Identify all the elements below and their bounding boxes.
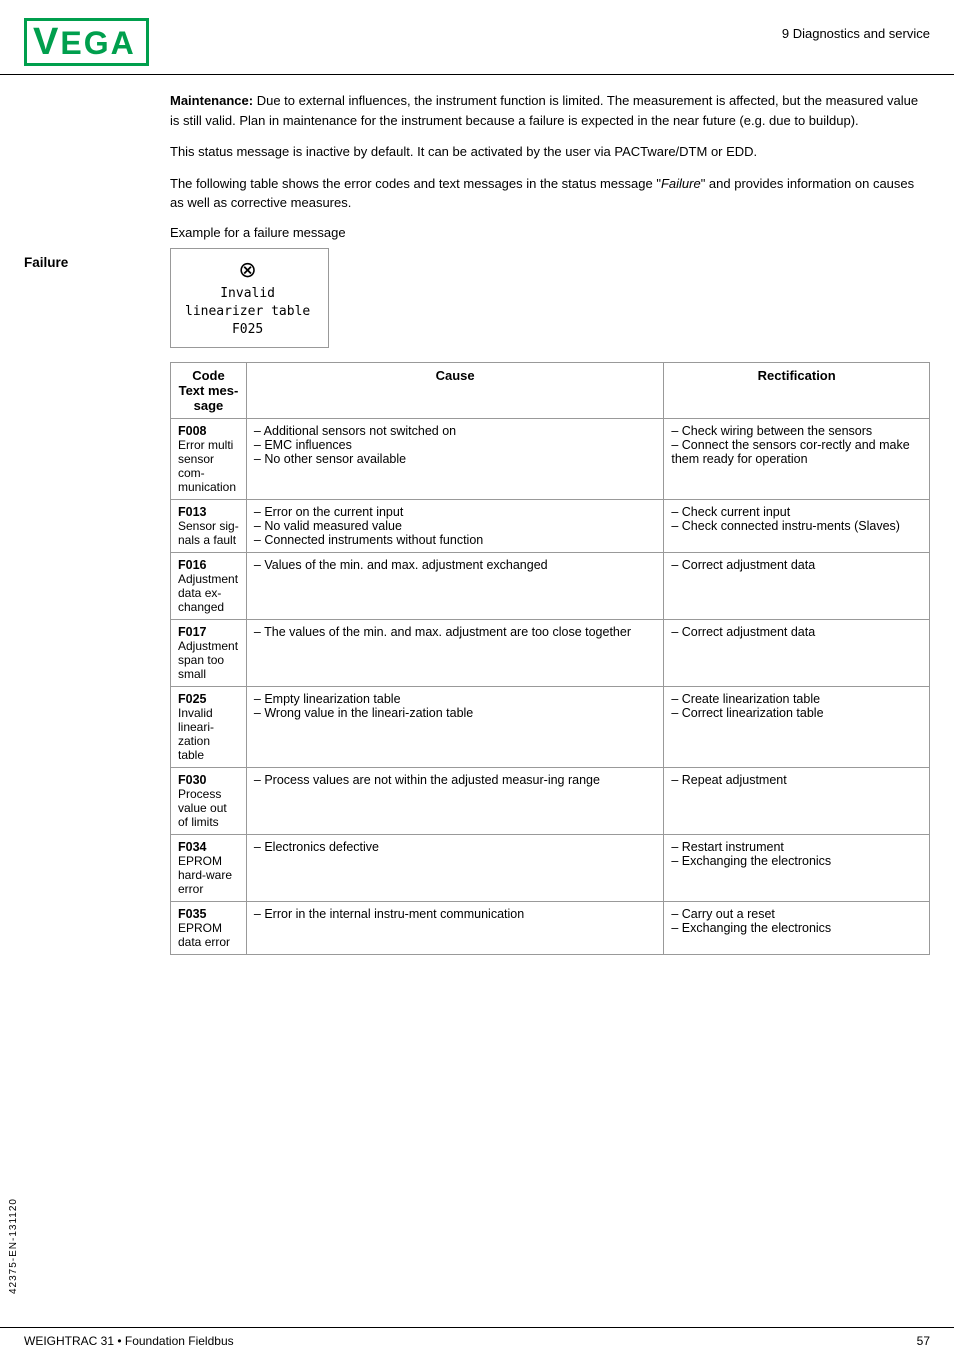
failure-table: Code Text mes-sage Cause Rectification F… (170, 362, 930, 955)
table-row: F030Process value out of limits– Process… (171, 768, 930, 835)
cell-cause: – Process values are not within the adju… (246, 768, 663, 835)
page-header: VEGA 9 Diagnostics and service (0, 0, 954, 75)
cell-cause: – Error in the internal instru-ment comm… (246, 902, 663, 955)
cell-code: F025Invalid lineari-zation table (171, 687, 247, 768)
section-title: 9 Diagnostics and service (782, 26, 930, 41)
page-content: Failure Maintenance: Due to external inf… (0, 75, 954, 971)
cell-rectification: – Correct adjustment data (664, 553, 930, 620)
invalid-icon: ⊗ (185, 257, 310, 283)
cell-code: F034EPROM hard-ware error (171, 835, 247, 902)
left-column: Failure (0, 75, 170, 971)
page-footer: WEIGHTRAC 31 • Foundation Fieldbus 57 (0, 1327, 954, 1354)
table-row: F017Adjustment span too small– The value… (171, 620, 930, 687)
col-header-cause: Cause (246, 363, 663, 419)
cell-cause: – Electronics defective (246, 835, 663, 902)
main-column: Maintenance: Due to external influences,… (170, 75, 954, 971)
cell-code: F016Adjustment data ex-changed (171, 553, 247, 620)
cell-code: F017Adjustment span too small (171, 620, 247, 687)
cell-cause: – Error on the current input– No valid m… (246, 500, 663, 553)
cell-rectification: – Carry out a reset– Exchanging the elec… (664, 902, 930, 955)
table-row: F008Error multi sensor com-munication– A… (171, 419, 930, 500)
table-row: F016Adjustment data ex-changed– Values o… (171, 553, 930, 620)
cell-rectification: – Correct adjustment data (664, 620, 930, 687)
footer-title: WEIGHTRAC 31 • Foundation Fieldbus (24, 1334, 234, 1348)
cell-code: F013Sensor sig-nals a fault (171, 500, 247, 553)
cell-rectification: – Repeat adjustment (664, 768, 930, 835)
col-header-code: Code Text mes-sage (171, 363, 247, 419)
maintenance-para-1: Maintenance: Due to external influences,… (170, 91, 930, 130)
cell-rectification: – Restart instrument– Exchanging the ele… (664, 835, 930, 902)
cell-rectification: – Check current input– Check connected i… (664, 500, 930, 553)
failure-intro: The following table shows the error code… (170, 174, 930, 213)
vega-logo: VEGA (24, 18, 149, 66)
cell-cause: – The values of the min. and max. adjust… (246, 620, 663, 687)
maintenance-para-2: This status message is inactive by defau… (170, 142, 930, 162)
cell-cause: – Values of the min. and max. adjustment… (246, 553, 663, 620)
col-header-rectification: Rectification (664, 363, 930, 419)
example-label: Example for a failure message (170, 225, 930, 240)
vertical-label: 42375-EN-131120 (8, 1198, 19, 1294)
footer-page-number: 57 (917, 1334, 930, 1348)
failure-section-label: Failure (24, 255, 68, 270)
table-row: F035EPROM data error– Error in the inter… (171, 902, 930, 955)
example-box: ⊗ Invalid linearizer table F025 (170, 248, 329, 349)
cell-code: F008Error multi sensor com-munication (171, 419, 247, 500)
cell-code: F030Process value out of limits (171, 768, 247, 835)
table-row: F034EPROM hard-ware error– Electronics d… (171, 835, 930, 902)
cell-code: F035EPROM data error (171, 902, 247, 955)
cell-rectification: – Create linearization table– Correct li… (664, 687, 930, 768)
example-text: Invalid linearizer table F025 (185, 285, 310, 340)
cell-cause: – Additional sensors not switched on– EM… (246, 419, 663, 500)
cell-cause: – Empty linearization table– Wrong value… (246, 687, 663, 768)
table-row: F025Invalid lineari-zation table– Empty … (171, 687, 930, 768)
cell-rectification: – Check wiring between the sensors– Conn… (664, 419, 930, 500)
table-row: F013Sensor sig-nals a fault– Error on th… (171, 500, 930, 553)
